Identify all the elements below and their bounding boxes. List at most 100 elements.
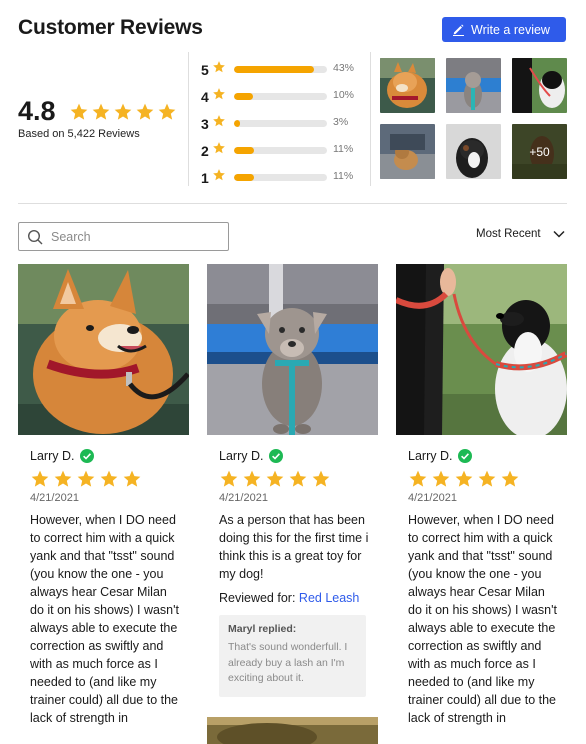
rating-bar [234, 120, 327, 127]
rating-row-4[interactable]: 4 10% [201, 83, 361, 110]
star-icon [289, 470, 307, 487]
review-count: Based on 5,422 Reviews [18, 128, 140, 140]
rating-row-3[interactable]: 3 3% [201, 110, 361, 137]
write-review-label: Write a review [471, 22, 550, 37]
divider [188, 52, 189, 186]
average-rating: 4.8 [18, 96, 56, 126]
star-icon [77, 470, 95, 487]
product-link[interactable]: Red Leash [299, 591, 359, 605]
review-text: As a person that has been doing this for… [219, 513, 369, 581]
reviewer: Larry D. [408, 449, 567, 463]
rating-bar [234, 93, 327, 100]
gallery-more[interactable]: +50 [512, 124, 567, 179]
star-icon [123, 470, 141, 487]
rating-percent: 11% [333, 143, 354, 155]
reply-author: Maryl replied: [228, 623, 297, 635]
review-card: Larry D. 4/21/2021 However, when I DO ne… [396, 264, 567, 727]
rating-row-1[interactable]: 1 11% [201, 164, 361, 191]
gallery-photo[interactable] [380, 124, 435, 179]
star-icon [92, 103, 110, 120]
star-icon [54, 470, 72, 487]
pencil-icon [453, 24, 464, 36]
review-text: However, when I DO need to correct him w… [408, 513, 557, 725]
review-card: Larry D. 4/21/2021 However, when I DO ne… [18, 264, 189, 727]
rating-summary: 4.8 Based on 5,422 Reviews [18, 96, 176, 140]
rating-bar-fill [234, 93, 253, 100]
rating-row-stars: 2 [201, 142, 209, 159]
star-icon [220, 470, 238, 487]
star-icon [136, 103, 154, 120]
star-icon [212, 141, 230, 160]
review-stars [408, 469, 567, 489]
sort-dropdown[interactable]: Most Recent [476, 228, 565, 240]
star-icon [243, 470, 261, 487]
review-date: 4/21/2021 [408, 492, 457, 504]
star-icon [266, 470, 284, 487]
search-icon [27, 229, 43, 244]
page-title: Customer Reviews [18, 16, 203, 39]
star-icon [100, 470, 118, 487]
reviewed-for: Reviewed for: Red Leash [219, 591, 378, 605]
search-box[interactable] [18, 222, 229, 251]
reviewed-for-label: Reviewed for: [219, 591, 296, 605]
rating-bar [234, 147, 327, 154]
rating-percent: 43% [333, 62, 355, 74]
rating-bar-fill [234, 66, 314, 73]
seller-reply: Maryl replied: That's sound wonderfull. … [219, 615, 366, 697]
rating-row-5[interactable]: 5 43% [201, 56, 361, 83]
star-icon [70, 103, 88, 120]
review-date: 4/21/2021 [219, 492, 268, 504]
star-icon [212, 168, 230, 187]
reply-text: That's sound wonderfull. I already buy a… [228, 641, 348, 684]
reviewer: Larry D. [30, 449, 189, 463]
write-review-button[interactable]: Write a review [442, 17, 566, 42]
rating-bar [234, 66, 327, 73]
rating-bar-fill [234, 174, 255, 181]
star-icon [212, 87, 230, 106]
review-photo[interactable] [207, 717, 378, 744]
verified-icon [269, 449, 284, 463]
star-icon [312, 470, 330, 487]
review-stars [30, 469, 189, 489]
verified-icon [80, 449, 95, 463]
rating-breakdown: 5 43% 4 10% 3 3% 2 11% 1 11% [201, 56, 361, 191]
review-stars [219, 469, 378, 489]
review-date: 4/21/2021 [30, 492, 79, 504]
reviewer-name: Larry D. [219, 449, 264, 463]
average-stars [69, 102, 177, 122]
search-input[interactable] [51, 229, 221, 244]
reviewer: Larry D. [219, 449, 378, 463]
divider [370, 52, 371, 186]
star-icon [432, 470, 450, 487]
gallery-photo[interactable] [446, 124, 501, 179]
review-photo[interactable] [396, 264, 567, 435]
rating-bar [234, 174, 327, 181]
star-icon [501, 470, 519, 487]
rating-row-stars: 1 [201, 169, 209, 186]
verified-icon [458, 449, 473, 463]
gallery-photo[interactable] [512, 58, 567, 113]
review-photo[interactable] [207, 264, 378, 435]
review-photo[interactable] [18, 264, 189, 435]
rating-row-stars: 5 [201, 61, 209, 78]
star-icon [31, 470, 49, 487]
star-icon [158, 103, 176, 120]
rating-row-2[interactable]: 2 11% [201, 137, 361, 164]
review-text: However, when I DO need to correct him w… [30, 513, 179, 725]
rating-percent: 3% [333, 116, 349, 128]
star-icon [455, 470, 473, 487]
rating-row-stars: 4 [201, 88, 209, 105]
gallery-photo[interactable] [380, 58, 435, 113]
reviewer-name: Larry D. [408, 449, 453, 463]
rating-percent: 11% [333, 170, 354, 182]
gallery-photo[interactable] [446, 58, 501, 113]
divider [18, 203, 567, 204]
review-card: Larry D. 4/21/2021 As a person that has … [207, 264, 378, 697]
sort-label: Most Recent [476, 228, 541, 240]
rating-row-stars: 3 [201, 115, 209, 132]
star-icon [114, 103, 132, 120]
rating-bar-fill [234, 120, 240, 127]
star-icon [212, 114, 230, 133]
more-photos-count: +50 [512, 124, 567, 179]
star-icon [478, 470, 496, 487]
